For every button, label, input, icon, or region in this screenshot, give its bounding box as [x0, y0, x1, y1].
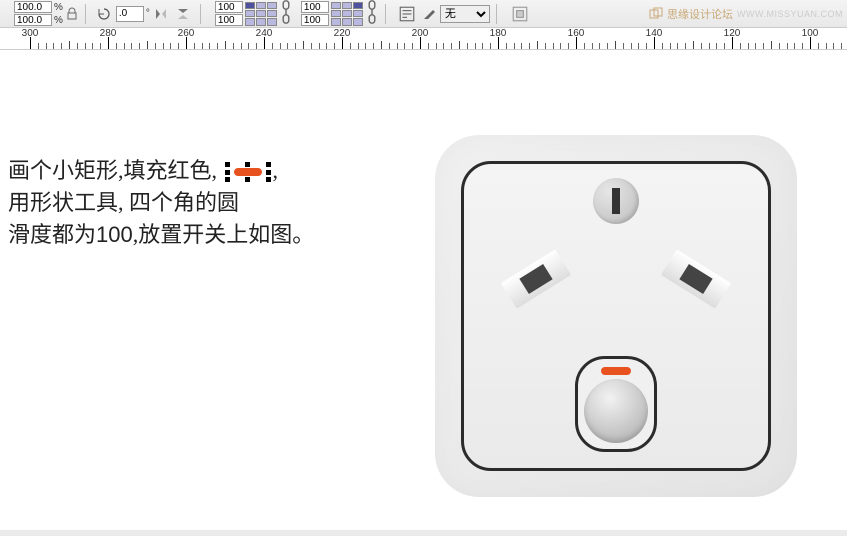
divider: [496, 4, 497, 24]
property-toolbar: % % °: [0, 0, 847, 28]
socket-left-pin: [501, 249, 571, 308]
rotation-input[interactable]: [116, 6, 144, 22]
percent-label: %: [54, 2, 63, 13]
watermark-url: WWW.MISSYUAN.COM: [737, 9, 843, 19]
socket-illustration: [435, 135, 797, 497]
corner-br-input[interactable]: [301, 14, 329, 26]
scale-inputs: % %: [14, 1, 63, 26]
horizontal-ruler[interactable]: 300280260240220200180160140120100: [0, 28, 847, 50]
corner-link-icon[interactable]: [279, 0, 293, 29]
corner-radius-left-group: [215, 0, 293, 29]
switch-led-indicator: [601, 367, 631, 375]
divider: [85, 4, 86, 24]
corner-bl-input[interactable]: [215, 14, 243, 26]
socket-inner-frame: [461, 161, 771, 471]
socket-switch: [575, 356, 657, 452]
switch-button: [584, 379, 648, 443]
corner-radius-right-group: [301, 0, 379, 29]
percent-label: %: [54, 15, 63, 26]
outline-group: 无: [422, 5, 490, 23]
corner-tr-input[interactable]: [301, 1, 329, 13]
watermark-icon: [649, 7, 663, 21]
rotation-reset-icon[interactable]: [96, 6, 112, 22]
watermark: 思缘设计论坛 WWW.MISSYUAN.COM: [649, 6, 843, 22]
pen-icon: [422, 7, 436, 21]
socket-top-pin: [593, 178, 639, 224]
outline-width-select[interactable]: 无: [440, 5, 490, 23]
corner-selector-right[interactable]: [331, 2, 363, 26]
text-wrap-icon[interactable]: [398, 5, 416, 23]
lock-icon[interactable]: [65, 7, 79, 21]
socket-right-pin: [661, 249, 731, 308]
bottom-fade: [0, 530, 847, 536]
instruction-text: 画个小矩形,填充红色, , 用形状工具, 四个角的圆 滑度都为100,放置开关上…: [8, 155, 314, 251]
convert-curve-icon[interactable]: [511, 5, 529, 23]
corner-tl-input[interactable]: [215, 1, 243, 13]
degree-label: °: [146, 8, 150, 19]
rotation-input-group: °: [116, 6, 150, 22]
divider: [200, 4, 201, 24]
scale-y-input[interactable]: [14, 14, 52, 26]
corner-link-icon-2[interactable]: [365, 0, 379, 29]
divider: [385, 4, 386, 24]
watermark-text: 思缘设计论坛: [667, 6, 733, 22]
selection-handles-icon: [225, 162, 271, 182]
mirror-vertical-button[interactable]: [174, 5, 192, 23]
canvas-area[interactable]: 画个小矩形,填充红色, , 用形状工具, 四个角的圆 滑度都为100,放置开关上…: [0, 50, 847, 530]
mirror-horizontal-button[interactable]: [152, 5, 170, 23]
scale-x-input[interactable]: [14, 1, 52, 13]
corner-selector-left[interactable]: [245, 2, 277, 26]
